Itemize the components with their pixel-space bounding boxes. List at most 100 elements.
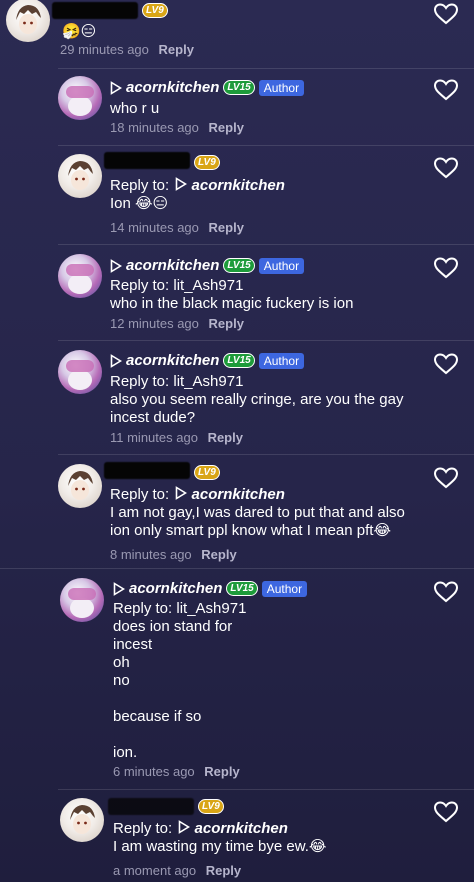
heart-icon[interactable]: [433, 466, 459, 490]
reply-to-username[interactable]: acornkitchen: [195, 820, 288, 837]
avatar[interactable]: [58, 254, 102, 298]
play-icon: [110, 80, 122, 95]
avatar[interactable]: [6, 0, 50, 42]
timestamp: 11 minutes ago: [110, 430, 198, 445]
reply-to-label: Reply to:: [113, 820, 173, 837]
heart-icon[interactable]: [433, 580, 459, 604]
redacted-username: [104, 152, 190, 169]
avatar[interactable]: [58, 154, 102, 198]
reply-to-username[interactable]: lit_Ash971: [173, 373, 243, 390]
play-icon: [179, 820, 191, 834]
reply-to-line: Reply to: acornkitchen: [110, 177, 285, 195]
avatar-acorn-image: [68, 588, 96, 618]
redacted-username: [108, 798, 194, 815]
name-row: acornkitchen LV15 Author: [110, 352, 305, 369]
reply-to-line: Reply to: acornkitchen: [113, 820, 288, 838]
divider: [58, 244, 474, 245]
comment-meta: 14 minutes ago Reply: [110, 220, 244, 235]
play-icon: [110, 353, 122, 368]
comment-text: because if so: [113, 708, 202, 725]
timestamp: a moment ago: [113, 863, 197, 878]
comment-meta: a moment ago Reply: [113, 863, 241, 878]
avatar[interactable]: [58, 76, 102, 120]
play-icon: [176, 177, 188, 191]
author-tag: Author: [261, 580, 308, 597]
divider: [58, 340, 474, 341]
heart-icon[interactable]: [433, 2, 459, 26]
name-row: acornkitchen LV15 Author: [110, 257, 305, 274]
comment-text: who in the black magic fuckery is ion: [110, 295, 354, 312]
level-badge: LV15: [226, 581, 258, 596]
redacted-username: [104, 462, 190, 479]
timestamp: 6 minutes ago: [113, 764, 195, 779]
heart-icon[interactable]: [433, 78, 459, 102]
avatar[interactable]: [60, 578, 104, 622]
level-badge: LV15: [223, 258, 255, 273]
comment-body: 🤧😑: [62, 23, 96, 41]
comment-text: 🤧😑: [62, 23, 97, 40]
name-row: LV9: [142, 3, 168, 18]
timestamp: 8 minutes ago: [110, 547, 192, 562]
username[interactable]: acornkitchen: [126, 257, 219, 274]
heart-icon[interactable]: [433, 256, 459, 280]
reply-button[interactable]: Reply: [159, 42, 194, 57]
level-badge: LV15: [223, 80, 255, 95]
comment-text: also you seem really cringe, are you the…: [110, 391, 404, 408]
comment-text: Ion 😂😑: [110, 195, 169, 212]
reply-to-label: Reply to:: [110, 373, 170, 390]
reply-button[interactable]: Reply: [209, 316, 244, 331]
reply-to-username[interactable]: acornkitchen: [192, 177, 285, 194]
heart-icon[interactable]: [433, 352, 459, 376]
divider: [58, 68, 474, 69]
divider: [58, 145, 474, 146]
reply-to-line: Reply to: lit_Ash971: [110, 373, 243, 391]
comment-meta: 8 minutes ago Reply: [110, 547, 237, 562]
reply-to-line: Reply to: lit_Ash971: [110, 277, 243, 295]
timestamp: 12 minutes ago: [110, 316, 199, 331]
comment-text: I am not gay,I was dared to put that and…: [110, 504, 405, 521]
avatar-ash-image: [70, 805, 95, 834]
comment-meta: 18 minutes ago Reply: [110, 120, 244, 135]
reply-button[interactable]: Reply: [209, 220, 244, 235]
name-row: acornkitchen LV15 Author: [113, 580, 308, 597]
reply-button[interactable]: Reply: [204, 764, 239, 779]
play-icon: [110, 258, 122, 273]
comment-text: I am wasting my time bye ew.😂: [113, 838, 327, 855]
username[interactable]: acornkitchen: [126, 352, 219, 369]
reply-to-label: Reply to:: [110, 177, 170, 194]
heart-icon[interactable]: [433, 800, 459, 824]
reply-to-label: Reply to:: [110, 486, 170, 503]
reply-to-label: Reply to:: [113, 600, 173, 617]
reply-button[interactable]: Reply: [201, 547, 236, 562]
play-icon: [113, 581, 125, 596]
play-icon: [176, 486, 188, 500]
heart-icon[interactable]: [433, 156, 459, 180]
author-tag: Author: [258, 79, 305, 96]
comment-text: incest dude?: [110, 409, 196, 426]
reply-to-username[interactable]: acornkitchen: [192, 486, 285, 503]
comment-meta: 29 minutes ago Reply: [60, 42, 194, 57]
author-tag: Author: [258, 257, 305, 274]
reply-button[interactable]: Reply: [209, 120, 244, 135]
level-badge: LV9: [194, 465, 220, 480]
reply-button[interactable]: Reply: [206, 863, 241, 878]
username[interactable]: acornkitchen: [126, 79, 219, 96]
username[interactable]: acornkitchen: [129, 580, 222, 597]
reply-to-username[interactable]: lit_Ash971: [176, 600, 246, 617]
avatar[interactable]: [58, 464, 102, 508]
avatar-acorn-image: [66, 264, 94, 294]
comment-meta: 12 minutes ago Reply: [110, 316, 244, 331]
level-badge: LV9: [198, 799, 224, 814]
avatar-acorn-image: [66, 86, 94, 116]
comment-text: no: [113, 672, 130, 689]
reply-button[interactable]: Reply: [208, 430, 243, 445]
timestamp: 18 minutes ago: [110, 120, 199, 135]
avatar-acorn-image: [66, 360, 94, 390]
avatar[interactable]: [60, 798, 104, 842]
reply-to-username[interactable]: lit_Ash971: [173, 277, 243, 294]
avatar[interactable]: [58, 350, 102, 394]
name-row: LV9: [194, 465, 220, 480]
divider: [58, 789, 474, 790]
avatar-ash-image: [68, 161, 93, 190]
comment-meta: 11 minutes ago Reply: [110, 430, 243, 445]
